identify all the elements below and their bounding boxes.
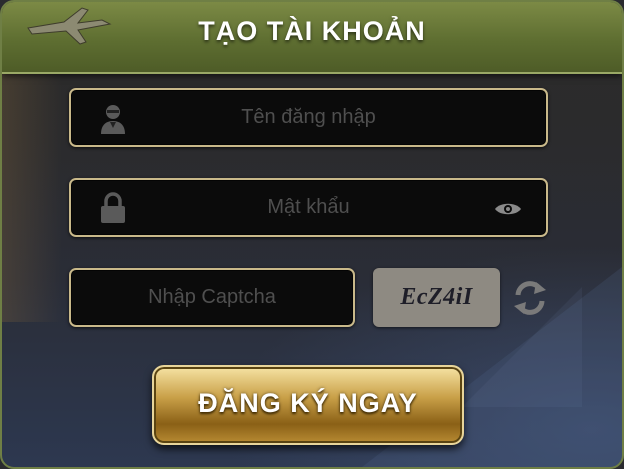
register-button-label: ĐĂNG KÝ NGAY — [198, 388, 418, 418]
password-input[interactable] — [71, 180, 546, 235]
background-decoration — [2, 72, 62, 322]
dialog-header: TẠO TÀI KHOẢN — [2, 2, 622, 74]
page-title: TẠO TÀI KHOẢN — [198, 16, 426, 46]
password-field[interactable] — [69, 178, 548, 237]
captcha-code: EcZ4iI — [400, 284, 473, 310]
captcha-input[interactable] — [71, 270, 353, 325]
captcha-field[interactable] — [69, 268, 355, 327]
register-button[interactable]: ĐĂNG KÝ NGAY — [152, 365, 464, 445]
captcha-image: EcZ4iI — [373, 268, 500, 327]
username-input[interactable] — [71, 90, 546, 145]
username-field[interactable] — [69, 88, 548, 147]
refresh-icon[interactable] — [510, 278, 550, 318]
eye-icon[interactable] — [494, 201, 522, 217]
register-dialog: TẠO TÀI KHOẢN EcZ4iI Đ — [0, 0, 624, 469]
